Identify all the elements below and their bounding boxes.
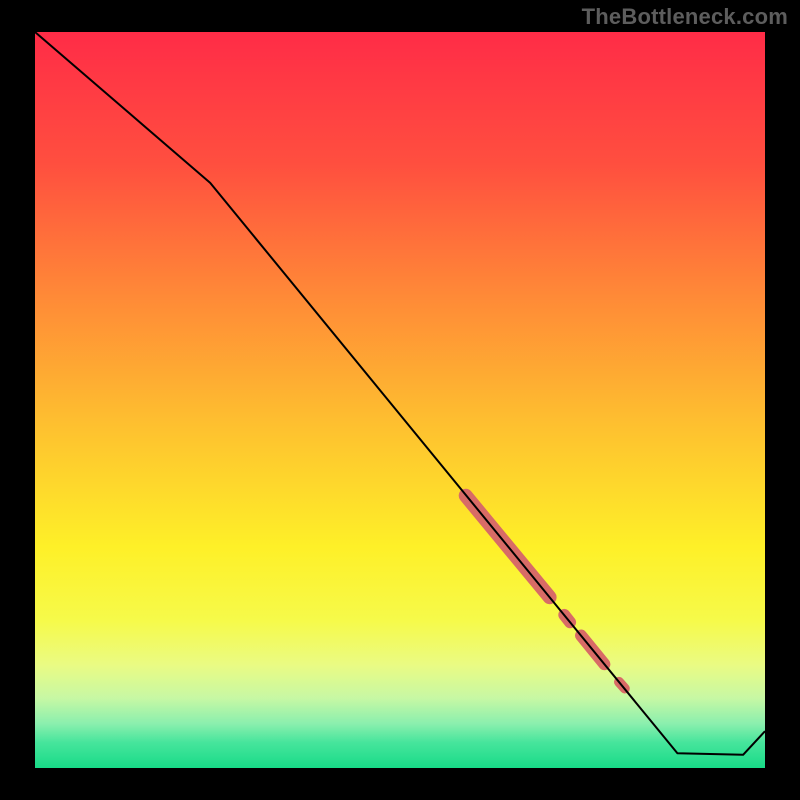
chart-canvas — [0, 0, 800, 800]
plot-background — [35, 32, 765, 768]
chart-figure: TheBottleneck.com — [0, 0, 800, 800]
watermark-text: TheBottleneck.com — [582, 4, 788, 30]
